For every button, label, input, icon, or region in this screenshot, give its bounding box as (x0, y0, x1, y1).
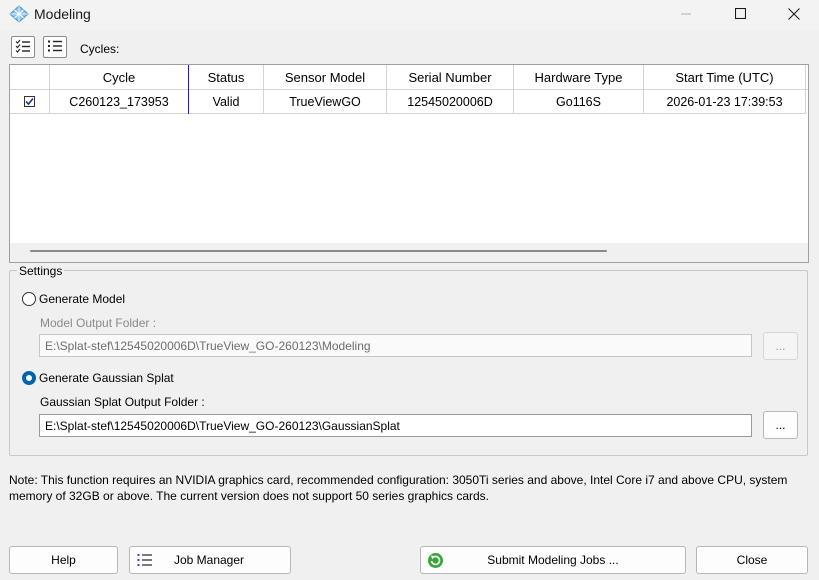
cell-cycle: C260123_173953 (50, 90, 189, 114)
column-header-filler (806, 65, 808, 90)
submit-modeling-jobs-button[interactable]: Submit Modeling Jobs ... (420, 546, 686, 574)
help-button[interactable]: Help (9, 546, 118, 574)
check-list-icon (15, 39, 31, 56)
splat-output-folder-field[interactable]: E:\Splat-stef\12545020006D\TrueView_GO-2… (39, 414, 752, 437)
cell-serial-number: 12545020006D (387, 90, 514, 114)
maximize-button[interactable] (717, 0, 763, 30)
job-manager-button-label: Job Manager (173, 553, 245, 567)
list-icon (47, 39, 63, 56)
model-browse-button[interactable]: ... (763, 332, 798, 360)
job-list-icon (137, 553, 153, 570)
column-header-serial-number[interactable]: Serial Number (387, 65, 514, 90)
generate-model-label[interactable]: Generate Model (39, 292, 125, 306)
horizontal-scrollbar-thumb[interactable] (30, 250, 607, 252)
horizontal-scrollbar-track[interactable] (10, 243, 808, 262)
refresh-icon (427, 552, 444, 572)
generate-splat-radio[interactable] (22, 371, 36, 385)
model-output-folder-field[interactable]: E:\Splat-stef\12545020006D\TrueView_GO-2… (39, 334, 752, 357)
cell-status: Valid (189, 90, 264, 114)
column-resize-indicator (188, 65, 189, 114)
minimize-icon (681, 8, 691, 22)
title-bar: Modeling (0, 0, 819, 30)
window-title: Modeling (34, 6, 91, 22)
model-output-folder-label: Model Output Folder : (40, 316, 157, 330)
close-button[interactable]: Close (696, 546, 808, 574)
column-header-sensor-model[interactable]: Sensor Model (264, 65, 387, 90)
close-window-button[interactable] (771, 0, 817, 30)
cell-hardware-type: Go116S (514, 90, 644, 114)
column-header-select[interactable] (10, 65, 50, 90)
generate-splat-label[interactable]: Generate Gaussian Splat (39, 371, 174, 385)
close-icon (788, 7, 800, 23)
splat-browse-button[interactable]: ... (763, 411, 798, 439)
requirements-note: Note: This function requires an NVIDIA g… (9, 473, 788, 503)
help-button-label: Help (51, 553, 76, 567)
minimize-button[interactable] (663, 0, 709, 30)
column-header-status[interactable]: Status (189, 65, 264, 90)
submit-button-label: Submit Modeling Jobs ... (487, 553, 619, 567)
column-header-hardware-type[interactable]: Hardware Type (514, 65, 644, 90)
cell-start-time: 2026-01-23 17:39:53 (644, 90, 806, 114)
row-checkbox[interactable] (24, 96, 35, 107)
cycles-label: Cycles: (80, 42, 120, 56)
column-header-start-time[interactable]: Start Time (UTC) (644, 65, 806, 90)
deselect-all-button[interactable] (43, 36, 67, 58)
diamond-grid-icon (9, 5, 29, 23)
row-select-cell[interactable] (10, 90, 50, 114)
maximize-icon (734, 7, 746, 22)
settings-legend: Settings (17, 264, 65, 278)
job-manager-button[interactable]: Job Manager (129, 546, 291, 574)
splat-output-folder-label: Gaussian Splat Output Folder : (40, 395, 205, 409)
cycles-table: Cycle Status Sensor Model Serial Number … (9, 64, 809, 263)
column-header-cycle[interactable]: Cycle (50, 65, 189, 90)
cell-sensor-model: TrueViewGO (264, 90, 387, 114)
generate-model-radio[interactable] (22, 292, 36, 306)
select-all-button[interactable] (11, 36, 35, 58)
close-button-label: Close (736, 553, 768, 567)
